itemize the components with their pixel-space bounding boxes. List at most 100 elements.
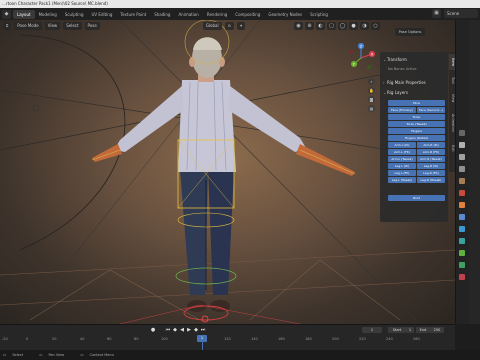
rig-layer-fingers-detail[interactable]: Fingers (Detail)	[388, 135, 445, 141]
rig-layer-leg-l-ik[interactable]: Leg.L (IK)	[388, 163, 416, 169]
select-menu[interactable]: Select	[63, 22, 82, 30]
scene-icon[interactable]: ▣	[432, 9, 441, 18]
jump-start-icon[interactable]: ⏮	[165, 327, 171, 333]
keyframe-icon[interactable]: ●	[150, 327, 156, 333]
scene-properties-icon[interactable]	[459, 178, 465, 184]
view-layer-icon[interactable]	[459, 166, 465, 172]
view-menu[interactable]: View	[44, 22, 61, 30]
rig-layer-arm-l-tweak[interactable]: Arm.L (Tweak)	[388, 156, 416, 162]
scene-selector[interactable]: Scene	[444, 9, 478, 18]
pivot-icon[interactable]: ⊙	[224, 22, 234, 30]
xray-icon[interactable]: ▢	[327, 22, 336, 30]
gizmo-neg-x-axis[interactable]	[349, 50, 353, 54]
properties-content[interactable]	[469, 20, 480, 324]
tab-geometry-nodes[interactable]: Geometry Nodes	[264, 10, 306, 19]
rig-layer-root[interactable]: Root	[388, 195, 445, 201]
rig-layer-leg-r-tweak[interactable]: Leg.R (Tweak)	[417, 177, 445, 183]
rig-layer-arm-r-fk[interactable]: Arm.R (FK)	[417, 149, 445, 155]
tick-label: 100	[161, 337, 168, 341]
snap-icon[interactable]: ⌖	[236, 22, 246, 30]
mode-selector[interactable]: Pose Mode	[14, 22, 42, 30]
blender-logo-icon[interactable]: ◆	[2, 9, 11, 19]
end-frame-field[interactable]: 250	[430, 327, 444, 333]
overlay-icon[interactable]: ◐	[316, 22, 325, 30]
jump-end-icon[interactable]: ⏭	[200, 327, 206, 333]
rig-layers-header[interactable]: ⌄Rig Layers	[380, 88, 408, 97]
rig-layer-torso[interactable]: Torso	[388, 114, 445, 120]
zoom-icon[interactable]: ⌕	[368, 78, 375, 85]
timeline-ruler[interactable]: -20 0 20 40 60 80 100 120 140 160 180 20…	[0, 337, 455, 343]
tab-layout[interactable]: Layout	[13, 9, 35, 19]
rendered-shading-icon[interactable]: ○	[371, 22, 380, 30]
viewport-shading-controls: ◉ ⊕ ◐ ▢ ◯ ● ◑ ○	[294, 22, 380, 30]
rig-layer-fingers[interactable]: Fingers	[388, 128, 445, 134]
tick-label: 60	[107, 337, 112, 341]
tab-modeling[interactable]: Modeling	[35, 10, 61, 19]
rig-layer-face-primary[interactable]: Face (Primary)	[388, 107, 416, 113]
pose-options-dropdown[interactable]: Pose Options	[395, 28, 425, 36]
play-reverse-icon[interactable]: ◀	[179, 327, 185, 333]
prev-keyframe-icon[interactable]: ◆	[172, 327, 178, 333]
tab-compositing[interactable]: Compositing	[231, 10, 264, 19]
rig-layer-leg-r-fk[interactable]: Leg.R (FK)	[417, 170, 445, 176]
timeline-editor[interactable]: ● ⏮ ◆ ◀ ▶ ◆ ⏭ 1 Start 1 End 250 -20 0 20…	[0, 324, 455, 351]
camera-view-icon[interactable]: ◙	[368, 96, 375, 103]
end-frame-label: End	[416, 327, 430, 333]
workspace-bar: ◆ Layout Modeling Sculpting UV Editing T…	[0, 8, 480, 20]
bone-properties-icon[interactable]	[459, 262, 465, 268]
navigation-gizmo[interactable]: X Y Z	[345, 42, 377, 74]
tab-texture-paint[interactable]: Texture Paint	[116, 10, 150, 19]
data-properties-icon[interactable]	[459, 250, 465, 256]
timeline-controls: ● ⏮ ◆ ◀ ▶ ◆ ⏭ 1 Start 1 End 250	[0, 325, 455, 335]
material-shading-icon[interactable]: ◑	[360, 22, 369, 30]
editor-type-button[interactable]: ⌗	[3, 22, 12, 30]
rig-layer-torso-tweak[interactable]: Torso (Tweak)	[388, 121, 445, 127]
pan-hand-icon[interactable]: ✋	[368, 87, 375, 94]
start-frame-field[interactable]: 1	[406, 327, 414, 333]
pose-menu[interactable]: Pose	[84, 22, 100, 30]
material-properties-icon[interactable]	[459, 274, 465, 280]
gizmo-toggle-icon[interactable]: ⊕	[305, 22, 314, 30]
tick-label: -20	[2, 337, 8, 341]
rig-layer-leg-l-tweak[interactable]: Leg.L (Tweak)	[388, 177, 416, 183]
rig-layer-face[interactable]: Face	[388, 100, 445, 106]
rig-layer-arm-l-fk[interactable]: Arm.L (FK)	[388, 149, 416, 155]
tick-label: 80	[134, 337, 139, 341]
transform-panel-title: Transform	[387, 57, 407, 62]
tab-rendering[interactable]: Rendering	[203, 10, 231, 19]
tab-scripting[interactable]: Scripting	[306, 10, 332, 19]
rig-layer-arm-l-ik[interactable]: Arm.L (IK)	[388, 142, 416, 148]
output-properties-icon[interactable]	[459, 154, 465, 160]
tab-animation[interactable]: Animation	[174, 10, 202, 19]
solid-shading-icon[interactable]: ●	[349, 22, 358, 30]
gizmo-neg-y-axis[interactable]	[367, 65, 371, 69]
rig-layer-arm-r-ik[interactable]: Arm.R (IK)	[417, 142, 445, 148]
visibility-icon[interactable]: ◉	[294, 22, 303, 30]
tab-uv-editing[interactable]: UV Editing	[88, 10, 117, 19]
transform-panel-header[interactable]: ⌄Transform	[380, 55, 407, 64]
tick-label: 260	[413, 337, 420, 341]
physics-properties-icon[interactable]	[459, 226, 465, 232]
object-properties-icon[interactable]	[459, 202, 465, 208]
tab-shading[interactable]: Shading	[150, 10, 174, 19]
rig-layer-leg-l-fk[interactable]: Leg.L (FK)	[388, 170, 416, 176]
constraint-properties-icon[interactable]	[459, 238, 465, 244]
transform-orientation-dropdown[interactable]: Global	[202, 22, 222, 30]
tab-sculpting[interactable]: Sculpting	[61, 10, 88, 19]
tool-properties-icon[interactable]	[459, 130, 465, 136]
play-icon[interactable]: ▶	[186, 327, 192, 333]
playhead[interactable]: 1	[197, 335, 207, 342]
rig-main-properties-header[interactable]: › Rig Main Properties	[380, 78, 426, 87]
mouse-right-icon: ▭	[80, 353, 84, 357]
render-properties-icon[interactable]	[459, 142, 465, 148]
world-properties-icon[interactable]	[459, 190, 465, 196]
rig-layer-face-secondary[interactable]: Face (Second...)	[417, 107, 445, 113]
wireframe-shading-icon[interactable]: ◯	[338, 22, 347, 30]
rig-layer-leg-r-ik[interactable]: Leg.R (IK)	[417, 163, 445, 169]
next-keyframe-icon[interactable]: ◆	[193, 327, 199, 333]
3d-viewport[interactable]: ⌗ Pose Mode View Select Pose Global ⊙ ⌖ …	[0, 20, 455, 324]
rig-layer-arm-r-tweak[interactable]: Arm.R (Tweak)	[417, 156, 445, 162]
current-frame-field[interactable]: 1	[362, 327, 382, 333]
perspective-toggle-icon[interactable]: ▦	[368, 105, 375, 112]
modifier-properties-icon[interactable]	[459, 214, 465, 220]
